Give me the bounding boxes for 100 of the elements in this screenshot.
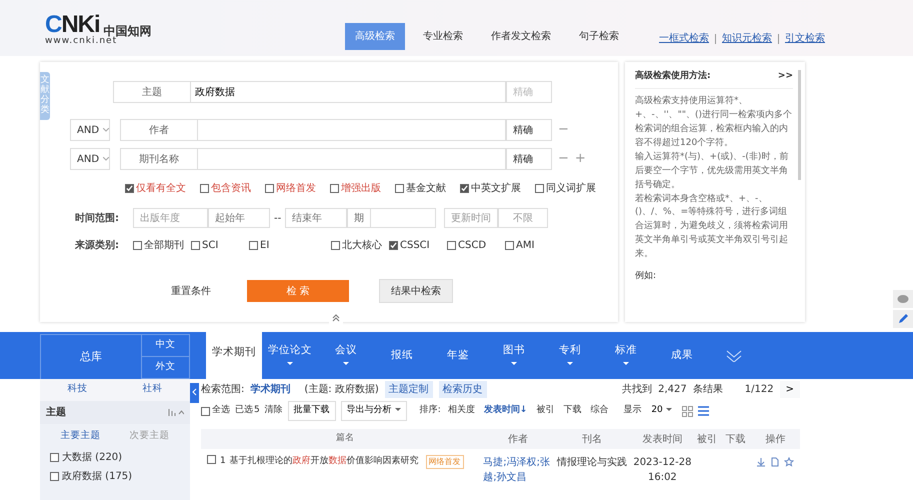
expand-toggle[interactable]: >> xyxy=(778,70,793,84)
checkbox[interactable] xyxy=(535,184,544,193)
column-header[interactable]: 发表时间 xyxy=(632,432,694,446)
author-link[interactable]: 马捷;冯泽权;张越;孙文昌 xyxy=(483,455,552,485)
checkbox[interactable] xyxy=(50,472,59,482)
search-tab[interactable]: 高级检索 xyxy=(345,23,405,50)
checkbox-label[interactable]: 基金文献 xyxy=(406,181,446,196)
checkbox-label[interactable]: AMI xyxy=(516,238,534,253)
search-tab[interactable]: 句子检索 xyxy=(569,23,629,50)
journal-link[interactable]: 情报理论与实践 xyxy=(552,455,632,470)
database-tab[interactable]: 标准 xyxy=(598,332,654,379)
search-within-button[interactable]: 结果中检索 xyxy=(379,279,453,303)
collapse-button[interactable] xyxy=(190,383,199,403)
checkbox[interactable] xyxy=(265,184,274,193)
sidebar-tab[interactable]: 社科 xyxy=(115,379,190,401)
checkbox[interactable] xyxy=(201,406,210,416)
checkbox-label[interactable]: 全部期刊 xyxy=(144,238,184,253)
next-page-button[interactable]: > xyxy=(780,380,800,398)
all-databases-tab[interactable]: 总库 xyxy=(41,335,141,379)
checkbox[interactable] xyxy=(330,184,339,193)
checkbox-label[interactable]: CSCD xyxy=(458,238,486,253)
database-tab[interactable]: 报纸 xyxy=(374,332,430,379)
match-select[interactable]: 精确 xyxy=(506,119,552,141)
checkbox-label[interactable]: 增强出版 xyxy=(341,181,381,196)
article-title[interactable]: 基于扎根理论的政府开放数据价值影响因素研究 xyxy=(230,455,419,468)
search-link[interactable]: 一框式检索 xyxy=(653,31,715,46)
column-header[interactable]: 作者 xyxy=(483,432,552,446)
checkbox-label[interactable]: 同义词扩展 xyxy=(546,181,596,196)
search-link[interactable]: 知识元检索 xyxy=(716,31,778,46)
sort-option[interactable]: 发表时间↓ xyxy=(482,404,530,418)
group-title[interactable]: 主题 xyxy=(46,405,66,420)
checkbox[interactable] xyxy=(395,184,404,193)
sidebar-tab[interactable]: 科技 xyxy=(40,379,115,401)
end-year-field[interactable]: 结束年 xyxy=(285,208,348,228)
database-tab[interactable]: 会议 xyxy=(318,332,374,379)
checkbox[interactable] xyxy=(133,241,142,250)
database-tab[interactable]: 年鉴 xyxy=(430,332,486,379)
column-header[interactable]: 被引 xyxy=(693,432,721,446)
checkbox[interactable] xyxy=(389,241,398,250)
operator-select[interactable]: AND xyxy=(70,148,110,170)
facet-item[interactable]: 政府数据 (175) xyxy=(62,469,132,484)
checkbox[interactable] xyxy=(460,184,469,193)
reset-button[interactable]: 重置条件 xyxy=(165,282,217,300)
column-header[interactable]: 刊名 xyxy=(552,432,632,446)
checkbox-label[interactable]: 包含资讯 xyxy=(211,181,251,196)
database-tab[interactable]: 图书 xyxy=(486,332,542,379)
sort-option[interactable]: 下载 xyxy=(561,404,584,418)
match-select[interactable]: 精确 xyxy=(506,148,552,170)
checkbox-label[interactable]: SCI xyxy=(202,238,218,253)
tag-button[interactable]: 检索历史 xyxy=(438,380,487,398)
sort-option[interactable]: 被引 xyxy=(534,404,556,418)
sort-option[interactable]: 相关度 xyxy=(446,404,477,418)
search-link[interactable]: 引文检索 xyxy=(779,31,831,46)
list-view-icon[interactable] xyxy=(698,406,709,416)
checkbox-label[interactable]: 网络首发 xyxy=(276,181,316,196)
scrollbar[interactable] xyxy=(798,70,801,180)
facet-item[interactable]: 大数据 (220) xyxy=(62,450,122,466)
search-input[interactable] xyxy=(198,148,506,170)
field-select[interactable]: 期刊名称 xyxy=(120,148,198,170)
tag-button[interactable]: 主题定制 xyxy=(384,380,433,398)
checkbox[interactable] xyxy=(447,241,456,250)
checkbox[interactable] xyxy=(125,184,134,193)
language-tab[interactable]: 中文 xyxy=(141,335,189,357)
checkbox[interactable] xyxy=(200,184,209,193)
column-header[interactable]: 操作 xyxy=(750,432,800,446)
checkbox-label[interactable]: 中英文扩展 xyxy=(471,181,521,196)
search-input[interactable] xyxy=(198,119,506,141)
database-tab[interactable]: 成果 xyxy=(654,332,710,379)
checkbox[interactable] xyxy=(249,241,258,250)
checkbox[interactable] xyxy=(505,241,514,250)
checkbox-label[interactable]: CSSCI xyxy=(400,238,430,253)
start-year-field[interactable]: 起始年 xyxy=(208,208,270,228)
toolbar-button[interactable]: 导出与分析 xyxy=(340,401,407,421)
checkbox[interactable] xyxy=(50,453,59,462)
column-header[interactable]: 篇名 xyxy=(201,432,484,446)
chevron-left-icon[interactable] xyxy=(192,388,197,396)
checkbox-label[interactable]: 全选 xyxy=(212,404,230,418)
checkbox-label[interactable]: EI xyxy=(260,238,270,253)
issue-field[interactable] xyxy=(370,208,436,228)
field-select[interactable]: 作者 xyxy=(120,119,198,141)
grid-view-icon[interactable] xyxy=(682,406,693,416)
operator-select[interactable]: AND xyxy=(70,119,110,141)
subtopic-tab[interactable]: 主要主题 xyxy=(46,428,115,444)
search-input[interactable]: 政府数据 xyxy=(191,81,506,103)
database-tab[interactable]: 专利 xyxy=(542,332,598,379)
field-select[interactable]: 主题 xyxy=(113,81,191,103)
search-tab[interactable]: 作者发文检索 xyxy=(481,23,561,50)
pencil-icon[interactable] xyxy=(893,310,913,328)
checkbox-label[interactable]: 北大核心 xyxy=(342,238,382,253)
checkbox-label[interactable]: 仅看有全文 xyxy=(136,181,186,196)
checkbox[interactable] xyxy=(191,241,200,250)
logo[interactable]: CNKi xyxy=(45,12,100,36)
clear-link[interactable]: 清除 xyxy=(264,404,283,418)
checkbox[interactable] xyxy=(331,241,340,250)
column-header[interactable]: 下载 xyxy=(720,432,750,446)
checkbox[interactable] xyxy=(207,455,216,464)
search-tab[interactable]: 专业检索 xyxy=(413,23,473,50)
sort-option[interactable]: 综合 xyxy=(588,404,610,418)
toolbar-button[interactable]: 批量下载 xyxy=(288,401,336,421)
database-tab[interactable]: 学位论文 xyxy=(262,332,318,379)
